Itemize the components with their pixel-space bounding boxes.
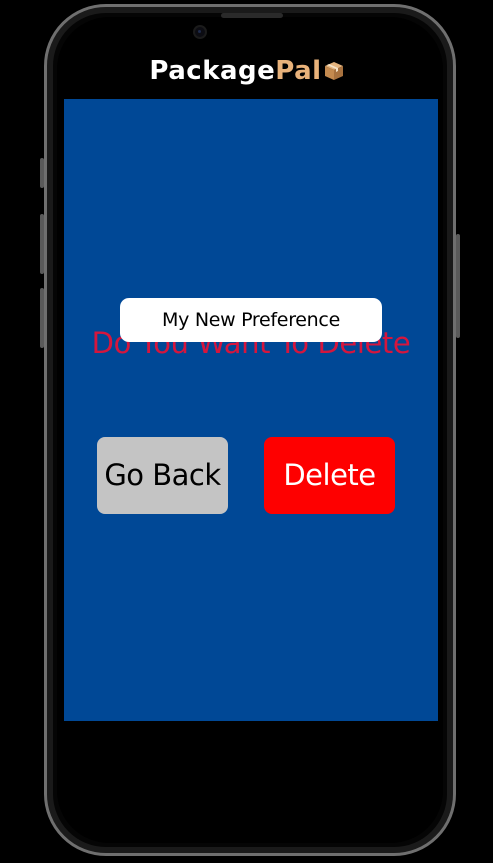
volume-up-button	[40, 214, 44, 274]
logo-text-package: Package	[149, 56, 276, 86]
mute-switch	[40, 158, 44, 188]
delete-button[interactable]: Delete	[264, 437, 395, 514]
app-logo: PackagePal	[0, 56, 493, 86]
front-camera	[195, 27, 205, 37]
power-button	[456, 234, 460, 338]
volume-down-button	[40, 288, 44, 348]
go-back-button[interactable]: Go Back	[97, 437, 228, 514]
app-screen: Do You Want To Delete	[64, 99, 438, 721]
earpiece-speaker	[221, 13, 283, 18]
package-box-icon	[324, 58, 344, 80]
preference-name-field: My New Preference	[120, 298, 382, 342]
logo-text-pal: Pal	[275, 56, 322, 86]
